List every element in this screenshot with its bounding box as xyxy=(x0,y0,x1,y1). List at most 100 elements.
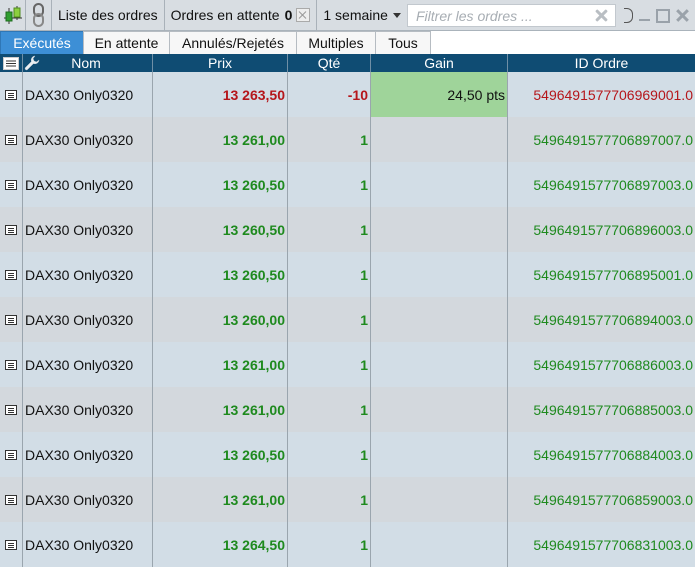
details-icon xyxy=(3,56,19,70)
link-button[interactable] xyxy=(26,0,52,31)
table-row[interactable]: DAX30 Only0320 13 261,00 1 5496491577706885… xyxy=(0,387,695,432)
cell-id-ordre: 5496491577706896003.0 xyxy=(508,207,695,252)
cell-gain: 24,50 pts xyxy=(371,72,508,117)
cell-nom: DAX30 Only0320 xyxy=(23,387,153,432)
maximize-icon[interactable] xyxy=(656,8,670,23)
table-row[interactable]: DAX30 Only0320 13 260,50 1 5496491577706897… xyxy=(0,162,695,207)
tab-all[interactable]: Tous xyxy=(375,31,431,54)
cell-gain xyxy=(371,207,508,252)
order-details-icon[interactable] xyxy=(5,539,17,550)
order-details-icon[interactable] xyxy=(5,269,17,280)
table-row[interactable]: DAX30 Only0320 13 260,00 1 5496491577706894… xyxy=(0,297,695,342)
order-details-icon[interactable] xyxy=(5,449,17,460)
cell-id-ordre: 5496491577706886003.0 xyxy=(508,342,695,387)
header-prix[interactable]: Prix xyxy=(153,54,288,72)
order-details-icon[interactable] xyxy=(5,314,17,325)
cell-qte: -10 xyxy=(288,72,371,117)
close-icon[interactable] xyxy=(676,9,689,22)
header-gain[interactable]: Gain xyxy=(371,54,508,72)
cell-qte: 1 xyxy=(288,432,371,477)
order-details-icon[interactable] xyxy=(5,494,17,505)
cell-qte: 1 xyxy=(288,162,371,207)
table-row[interactable]: DAX30 Only0320 13 264,50 1 5496491577706831… xyxy=(0,522,695,567)
cell-gain xyxy=(371,522,508,567)
order-details-icon[interactable] xyxy=(5,89,17,100)
cell-qte: 1 xyxy=(288,387,371,432)
order-details-icon[interactable] xyxy=(5,404,17,415)
cell-nom: DAX30 Only0320 xyxy=(23,477,153,522)
order-details-icon[interactable] xyxy=(5,179,17,190)
row-details-cell[interactable] xyxy=(0,297,23,342)
cell-nom: DAX30 Only0320 xyxy=(23,162,153,207)
row-details-cell[interactable] xyxy=(0,72,23,117)
header-qte[interactable]: Qté xyxy=(288,54,371,72)
cell-id-ordre: 5496491577706884003.0 xyxy=(508,432,695,477)
table-row[interactable]: DAX30 Only0320 13 263,50 -10 24,50 pts 54964… xyxy=(0,72,695,117)
toolbar: Liste des ordres Ordres en attente 0 1 s… xyxy=(0,0,695,31)
table-header: Nom Prix Qté Gain ID Ordre xyxy=(0,54,695,72)
row-details-cell[interactable] xyxy=(0,342,23,387)
candlestick-icon xyxy=(3,6,22,24)
row-details-cell[interactable] xyxy=(0,387,23,432)
truncated-tab-icon[interactable] xyxy=(624,8,633,23)
cell-prix: 13 264,50 xyxy=(153,522,288,567)
filter-input[interactable] xyxy=(414,6,588,25)
table-row[interactable]: DAX30 Only0320 13 261,00 1 5496491577706859… xyxy=(0,477,695,522)
period-value: 1 semaine xyxy=(323,7,388,23)
period-select[interactable]: 1 semaine xyxy=(317,0,407,31)
cell-nom: DAX30 Only0320 xyxy=(23,522,153,567)
tab-pending[interactable]: En attente xyxy=(83,31,170,54)
chain-link-icon xyxy=(32,3,44,27)
cell-gain xyxy=(371,162,508,207)
row-details-cell[interactable] xyxy=(0,522,23,567)
order-details-icon[interactable] xyxy=(5,134,17,145)
tab-cancelled-rejected[interactable]: Annulés/Rejetés xyxy=(169,31,297,54)
row-details-cell[interactable] xyxy=(0,162,23,207)
pending-orders-tab[interactable]: Ordres en attente 0 xyxy=(165,0,318,31)
tab-executed[interactable]: Exécutés xyxy=(0,31,84,54)
header-details-cell[interactable] xyxy=(0,54,23,72)
cell-id-ordre: 5496491577706831003.0 xyxy=(508,522,695,567)
table-row[interactable]: DAX30 Only0320 13 260,50 1 5496491577706896… xyxy=(0,207,695,252)
cell-gain xyxy=(371,477,508,522)
header-nom[interactable]: Nom xyxy=(23,54,153,72)
cell-nom: DAX30 Only0320 xyxy=(23,297,153,342)
row-details-cell[interactable] xyxy=(0,477,23,522)
cell-qte: 1 xyxy=(288,207,371,252)
cell-prix: 13 260,50 xyxy=(153,162,288,207)
cell-qte: 1 xyxy=(288,477,371,522)
table-row[interactable]: DAX30 Only0320 13 261,00 1 5496491577706886… xyxy=(0,342,695,387)
cell-qte: 1 xyxy=(288,297,371,342)
row-details-cell[interactable] xyxy=(0,432,23,477)
cell-prix: 13 260,50 xyxy=(153,207,288,252)
clear-filter-icon[interactable] xyxy=(594,8,609,23)
order-details-icon[interactable] xyxy=(5,224,17,235)
tab-multiple[interactable]: Multiples xyxy=(296,31,376,54)
wrench-icon[interactable] xyxy=(24,55,40,71)
orders-list-tab[interactable]: Liste des ordres xyxy=(52,0,165,31)
cell-prix: 13 261,00 xyxy=(153,117,288,162)
cell-nom: DAX30 Only0320 xyxy=(23,432,153,477)
cell-id-ordre: 5496491577706897007.0 xyxy=(508,117,695,162)
table-row[interactable]: DAX30 Only0320 13 260,50 1 5496491577706895… xyxy=(0,252,695,297)
table-row[interactable]: DAX30 Only0320 13 260,50 1 5496491577706884… xyxy=(0,432,695,477)
clear-pending-icon[interactable] xyxy=(296,8,311,22)
table-row[interactable]: DAX30 Only0320 13 261,00 1 5496491577706897… xyxy=(0,117,695,162)
cell-prix: 13 263,50 xyxy=(153,72,288,117)
cell-id-ordre: 5496491577706885003.0 xyxy=(508,387,695,432)
cell-gain xyxy=(371,297,508,342)
header-nom-label: Nom xyxy=(71,55,101,71)
order-details-icon[interactable] xyxy=(5,359,17,370)
candlestick-chart-button[interactable] xyxy=(0,0,26,31)
filter-field[interactable] xyxy=(407,4,616,27)
window-controls xyxy=(620,0,689,31)
row-details-cell[interactable] xyxy=(0,207,23,252)
status-tabs: Exécutés En attente Annulés/Rejetés Mult… xyxy=(0,31,695,54)
row-details-cell[interactable] xyxy=(0,117,23,162)
header-id-ordre[interactable]: ID Ordre xyxy=(508,54,695,72)
cell-id-ordre: 5496491577706895001.0 xyxy=(508,252,695,297)
chevron-down-icon xyxy=(392,12,401,18)
cell-prix: 13 261,00 xyxy=(153,477,288,522)
minimize-icon[interactable] xyxy=(639,18,650,21)
row-details-cell[interactable] xyxy=(0,252,23,297)
